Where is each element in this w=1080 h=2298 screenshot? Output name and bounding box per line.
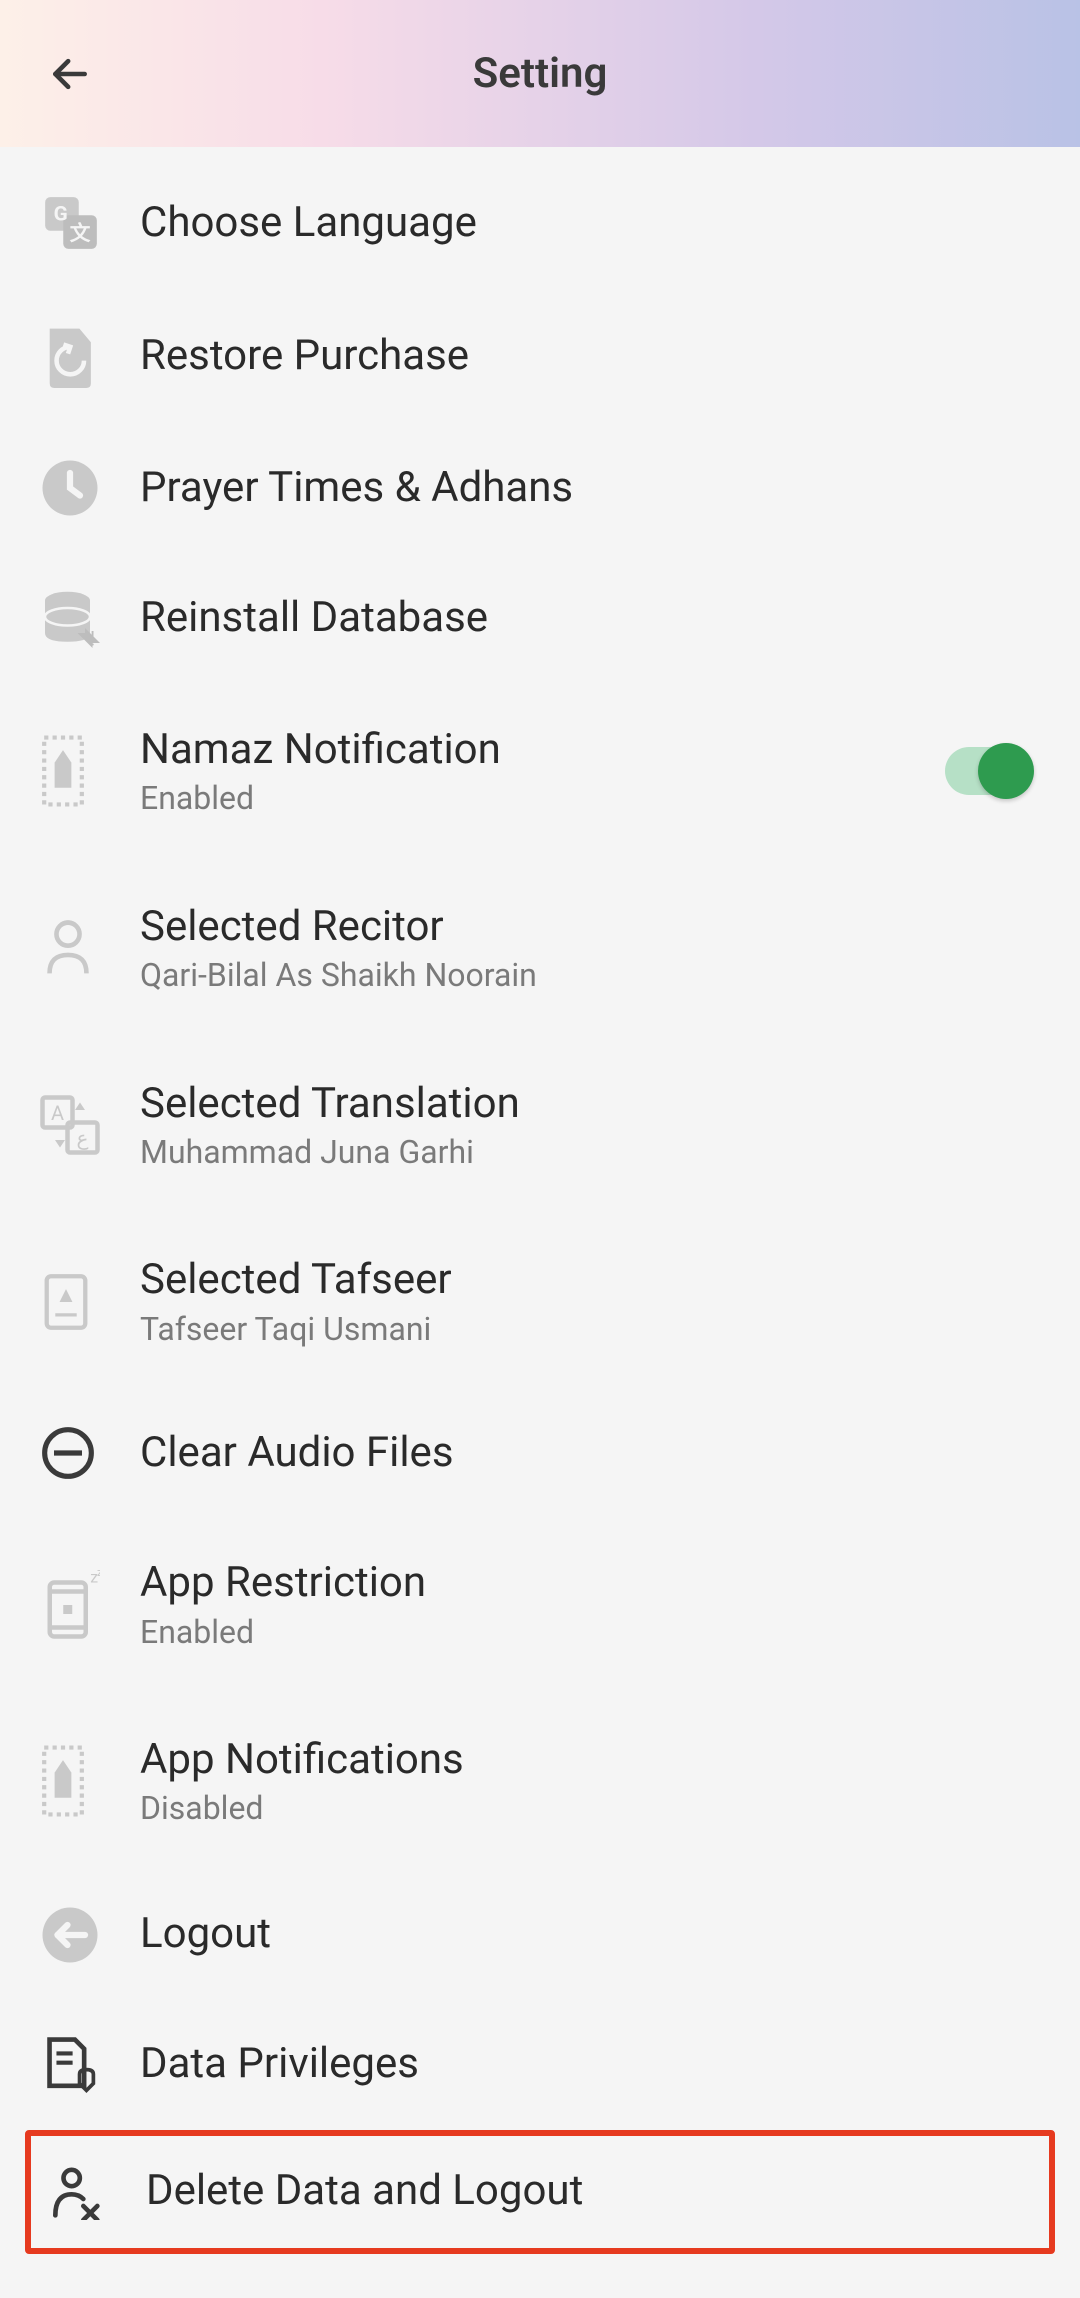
row-sublabel: Muhammad Juna Garhi xyxy=(140,1133,1040,1171)
row-label: Logout xyxy=(140,1909,1040,1959)
svg-text:A: A xyxy=(51,1101,64,1125)
row-selected-translation[interactable]: Aع Selected Translation Muhammad Juna Ga… xyxy=(0,1037,1080,1214)
settings-list: G文 Choose Language Restore Purchase Pray… xyxy=(0,147,1080,2254)
row-selected-tafseer[interactable]: Selected Tafseer Tafseer Taqi Usmani xyxy=(0,1213,1080,1390)
svg-text:!: ! xyxy=(90,627,95,649)
row-label: Choose Language xyxy=(140,198,1040,248)
row-label: App Restriction xyxy=(140,1558,1040,1608)
svg-text:ع: ع xyxy=(77,1126,89,1150)
row-selected-recitor[interactable]: Selected Recitor Qari-Bilal As Shaikh No… xyxy=(0,860,1080,1037)
row-label: Prayer Times & Adhans xyxy=(140,463,1040,513)
row-label: App Notifications xyxy=(140,1735,1040,1785)
row-label: Clear Audio Files xyxy=(140,1428,1040,1478)
row-app-notifications[interactable]: App Notifications Disabled xyxy=(0,1693,1080,1870)
book-icon xyxy=(40,1272,140,1332)
svg-text:文: 文 xyxy=(70,221,91,246)
row-sublabel: Disabled xyxy=(140,1789,1040,1827)
row-label: Namaz Notification xyxy=(140,725,945,775)
toggle-knob xyxy=(978,743,1034,799)
translation-icon: Aع xyxy=(40,1095,140,1155)
row-app-restriction[interactable]: zz App Restriction Enabled xyxy=(0,1516,1080,1693)
database-icon: ! xyxy=(40,588,140,648)
prayer-mat-icon xyxy=(40,1743,140,1819)
row-label: Data Privileges xyxy=(140,2039,1040,2089)
translate-icon: G文 xyxy=(40,192,140,254)
restore-icon xyxy=(40,324,140,388)
header: Setting xyxy=(0,0,1080,147)
row-clear-audio[interactable]: Clear Audio Files xyxy=(0,1390,1080,1516)
row-reinstall-database[interactable]: ! Reinstall Database xyxy=(0,553,1080,683)
row-choose-language[interactable]: G文 Choose Language xyxy=(0,157,1080,289)
row-label: Reinstall Database xyxy=(140,593,1040,643)
document-shield-icon xyxy=(40,2035,140,2095)
row-sublabel: Qari-Bilal As Shaikh Noorain xyxy=(140,956,1040,994)
phone-sleep-icon: zz xyxy=(40,1569,140,1641)
row-data-privileges[interactable]: Data Privileges xyxy=(0,2000,1080,2130)
row-label: Selected Translation xyxy=(140,1079,1040,1129)
row-sublabel: Enabled xyxy=(140,1613,1040,1651)
back-button[interactable] xyxy=(40,44,100,104)
row-namaz-notification[interactable]: Namaz Notification Enabled xyxy=(0,683,1080,860)
namaz-notification-toggle[interactable] xyxy=(945,747,1030,795)
row-label: Selected Tafseer xyxy=(140,1255,1040,1305)
svg-text:G: G xyxy=(54,202,68,226)
person-icon xyxy=(40,918,140,978)
minus-circle-icon xyxy=(40,1425,140,1481)
row-sublabel: Enabled xyxy=(140,779,945,817)
row-logout[interactable]: Logout xyxy=(0,1870,1080,2000)
row-prayer-times[interactable]: Prayer Times & Adhans xyxy=(0,423,1080,553)
prayer-mat-icon xyxy=(40,733,140,809)
row-label: Restore Purchase xyxy=(140,331,1040,381)
svg-text:z: z xyxy=(97,1569,100,1579)
user-remove-icon xyxy=(46,2164,146,2220)
row-sublabel: Tafseer Taqi Usmani xyxy=(140,1310,1040,1348)
row-label: Delete Data and Logout xyxy=(146,2166,1034,2216)
clock-icon xyxy=(40,458,140,518)
row-label: Selected Recitor xyxy=(140,902,1040,952)
page-title: Setting xyxy=(473,49,608,98)
back-arrow-icon xyxy=(48,52,92,96)
logout-icon xyxy=(40,1905,140,1965)
row-restore-purchase[interactable]: Restore Purchase xyxy=(0,289,1080,423)
row-delete-data-logout[interactable]: Delete Data and Logout xyxy=(25,2130,1055,2254)
